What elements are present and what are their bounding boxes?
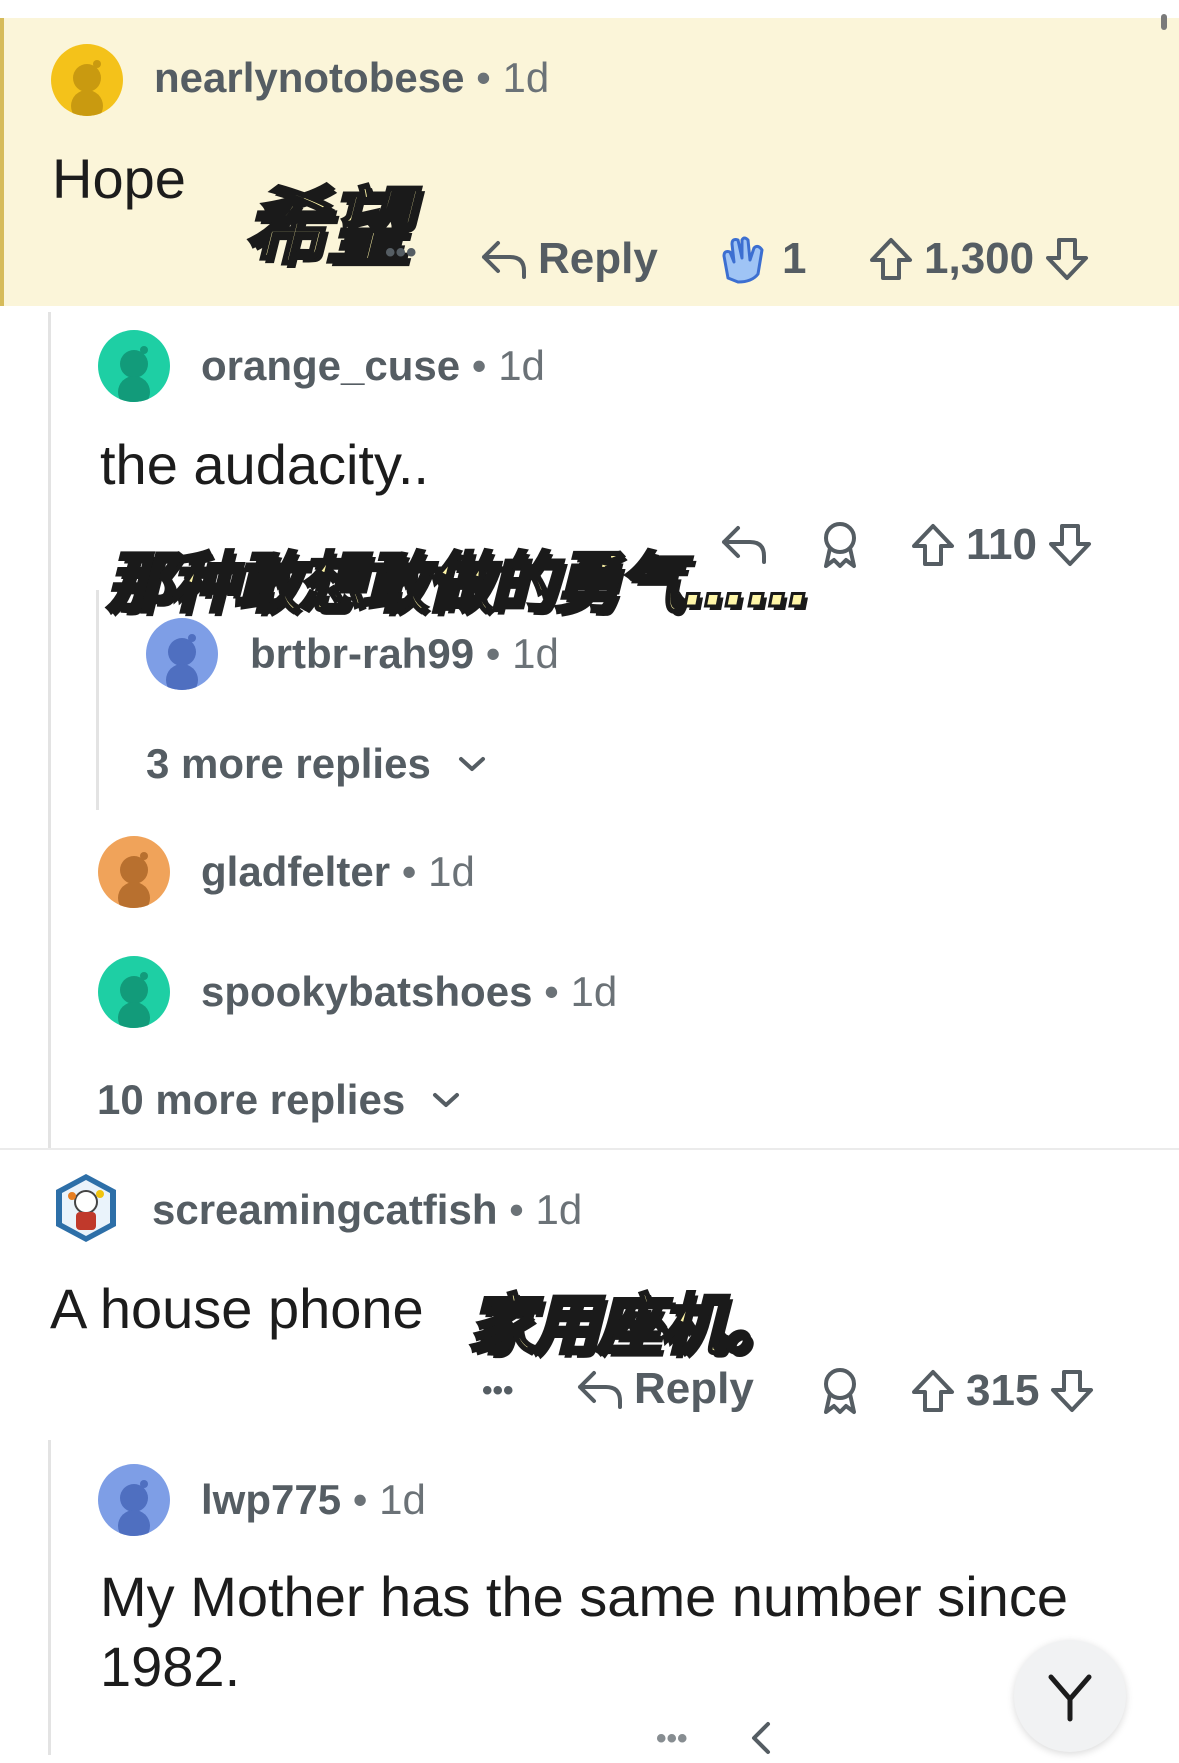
comment-age: 1d	[570, 968, 618, 1015]
username[interactable]: gladfelter	[201, 848, 390, 895]
snoo-avatar-icon	[118, 1480, 150, 1536]
reply-arrow-icon	[480, 237, 528, 281]
vote-controls: 315	[910, 1366, 1095, 1416]
upvote-icon[interactable]	[910, 522, 956, 568]
comment-body: A house phone	[50, 1277, 424, 1340]
username[interactable]: screamingcatfish	[152, 1186, 497, 1233]
comment-author[interactable]: lwp775 • 1d	[201, 1476, 426, 1524]
comment-age: 1d	[379, 1476, 426, 1523]
comment-author[interactable]: nearlynotobese • 1d	[154, 54, 549, 102]
upvote-icon[interactable]	[868, 236, 914, 282]
avatar[interactable]	[50, 1172, 122, 1244]
more-options-label: •••	[482, 1374, 514, 1407]
separator-dot: •	[509, 1186, 524, 1233]
comment-age: 1d	[502, 54, 550, 101]
award-button[interactable]: 1	[718, 234, 806, 284]
username[interactable]: spookybatshoes	[201, 968, 532, 1015]
avatar[interactable]	[98, 330, 170, 402]
more-replies-label: 10 more replies	[97, 1076, 406, 1123]
comment-body: Hope	[52, 147, 186, 210]
separator-dot: •	[544, 968, 559, 1015]
avatar[interactable]	[146, 618, 218, 690]
vote-controls: 110	[910, 520, 1093, 570]
award-ribbon-icon	[818, 1366, 862, 1416]
comment-body-line-2: 1982.	[100, 1635, 241, 1698]
avatar[interactable]	[98, 836, 170, 908]
avatar[interactable]	[98, 956, 170, 1028]
comment-age: 1d	[535, 1186, 583, 1233]
caption-overlay: 希望	[242, 177, 411, 278]
comment-author[interactable]: gladfelter • 1d	[201, 848, 475, 896]
award-ribbon-icon	[818, 520, 862, 570]
comment-body: the audacity..	[100, 433, 429, 496]
separator-dot: •	[352, 1476, 368, 1523]
snoo-avatar-icon	[166, 634, 198, 690]
award-button[interactable]	[818, 520, 862, 570]
collapse-thread-button[interactable]	[1014, 1640, 1126, 1752]
comment-divider	[0, 1148, 1179, 1150]
reply-button[interactable]: Reply	[480, 234, 658, 284]
snoo-avatar-icon	[118, 852, 150, 908]
vote-count: 315	[966, 1366, 1040, 1415]
username[interactable]: orange_cuse	[201, 342, 460, 389]
snoo-avatar-icon	[71, 60, 103, 116]
downvote-icon[interactable]	[1044, 236, 1090, 282]
more-replies-label: 3 more replies	[146, 740, 431, 787]
scrollbar[interactable]	[1161, 14, 1167, 30]
username[interactable]: nearlynotobese	[154, 54, 464, 101]
more-options-button[interactable]: •••	[482, 1374, 514, 1408]
snoo-avatar-icon	[118, 972, 150, 1028]
vote-count: 110	[966, 520, 1037, 569]
reply-arrow-icon[interactable]	[750, 1718, 798, 1763]
username[interactable]: lwp775	[201, 1476, 341, 1523]
more-options-label: •••	[385, 236, 417, 269]
more-options-button[interactable]: •••	[385, 236, 417, 270]
separator-dot: •	[401, 848, 417, 895]
separator-dot: •	[471, 342, 487, 389]
comment-age: 1d	[498, 342, 545, 389]
award-button[interactable]	[818, 1366, 862, 1416]
chevron-down-icon	[431, 1090, 461, 1110]
downvote-icon[interactable]	[1049, 1368, 1095, 1414]
reply-button[interactable]: Reply	[576, 1364, 754, 1414]
reply-arrow-icon	[576, 1367, 624, 1411]
comment-age: 1d	[512, 630, 559, 677]
thread-line[interactable]	[48, 1440, 51, 1755]
username[interactable]: brtbr-rah99	[250, 630, 474, 677]
reply-label: Reply	[538, 234, 658, 283]
thread-line[interactable]	[96, 590, 99, 810]
award-count: 1	[782, 234, 807, 283]
more-replies-button[interactable]: 3 more replies	[146, 740, 487, 788]
vote-count: 1,300	[924, 234, 1035, 283]
clapping-hands-award-icon	[718, 234, 772, 284]
avatar[interactable]	[98, 1464, 170, 1536]
thread-line[interactable]	[48, 312, 51, 1150]
downvote-icon[interactable]	[1047, 522, 1093, 568]
separator-dot: •	[476, 54, 491, 101]
chevron-down-icon	[457, 754, 487, 774]
comment-author[interactable]: orange_cuse • 1d	[201, 342, 545, 390]
reply-label: Reply	[634, 1364, 754, 1413]
comment-author[interactable]: brtbr-rah99 • 1d	[250, 630, 559, 678]
comment-author[interactable]: spookybatshoes • 1d	[201, 968, 617, 1016]
separator-dot: •	[485, 630, 501, 677]
caption-overlay: 家用座机。	[467, 1286, 792, 1366]
custom-snoo-avatar-icon	[56, 1174, 116, 1242]
vote-controls: 1,300	[868, 234, 1090, 284]
comment-body-line-1: My Mother has the same number since	[100, 1565, 1068, 1628]
chevron-down-icon	[1043, 1669, 1097, 1723]
snoo-avatar-icon	[118, 346, 150, 402]
comment-age: 1d	[428, 848, 475, 895]
upvote-icon[interactable]	[910, 1368, 956, 1414]
avatar[interactable]	[51, 44, 123, 116]
more-replies-button[interactable]: 10 more replies	[97, 1076, 461, 1124]
comment-author[interactable]: screamingcatfish • 1d	[152, 1186, 582, 1234]
caption-overlay: 那种敢想敢做的勇气……	[105, 544, 814, 624]
more-options-button[interactable]: •••	[656, 1722, 688, 1756]
